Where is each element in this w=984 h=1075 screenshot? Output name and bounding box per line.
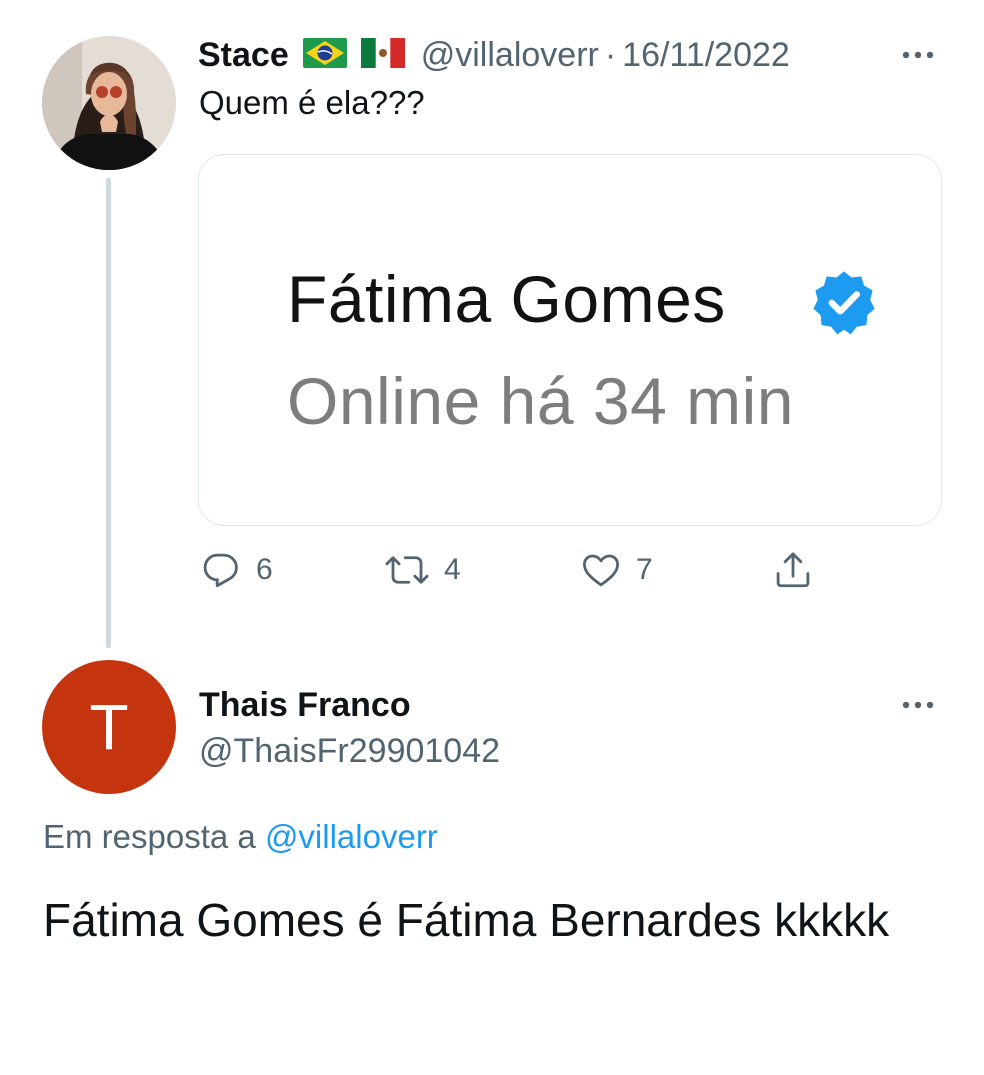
cropped-avatar-edge [198,273,217,453]
brazil-flag-icon [302,37,347,73]
author-name[interactable]: Stace [198,36,289,75]
tweet-date[interactable]: 16/11/2022 [622,36,790,75]
verified-badge-icon [813,271,875,335]
like-count: 7 [636,553,653,586]
author-handle[interactable]: @ThaisFr29901042 [199,732,500,771]
author-handle[interactable]: @villaloverr [421,36,599,75]
tweet-text: Fátima Gomes é Fátima Bernardes kkkkk [43,894,890,946]
tweet-header: Stace @villaloverr · 16/11/2022 [198,30,790,80]
card-contact-name: Fátima Gomes [287,262,726,336]
reply-icon [203,553,238,588]
more-options-icon[interactable] [898,690,938,720]
share-icon [776,552,810,588]
reply-context-prefix: Em resposta a [43,818,256,855]
reply-count: 6 [256,553,273,586]
card-online-status: Online há 34 min [287,364,794,438]
separator-dot: · [604,35,617,74]
tweet-text: Quem é ela??? [199,84,425,121]
heart-icon [582,554,620,587]
more-options-icon[interactable] [898,40,938,70]
avatar[interactable] [42,36,176,170]
reply-context: Em resposta a @villaloverr [43,818,438,856]
like-button[interactable]: 7 [580,549,653,591]
media-card[interactable]: Fátima Gomes Online há 34 min [198,154,942,526]
profile-photo [42,36,176,170]
retweet-count: 4 [444,553,461,586]
reply-mention-link[interactable]: @villaloverr [265,818,438,855]
mexico-flag-icon [360,37,405,73]
retweet-button[interactable]: 4 [384,549,461,591]
share-button[interactable] [772,549,814,591]
reply-button[interactable]: 6 [200,549,273,591]
thread-connector-line [106,178,111,648]
author-name[interactable]: Thais Franco [199,686,411,725]
avatar[interactable]: T [42,660,176,794]
retweet-icon [385,556,429,584]
